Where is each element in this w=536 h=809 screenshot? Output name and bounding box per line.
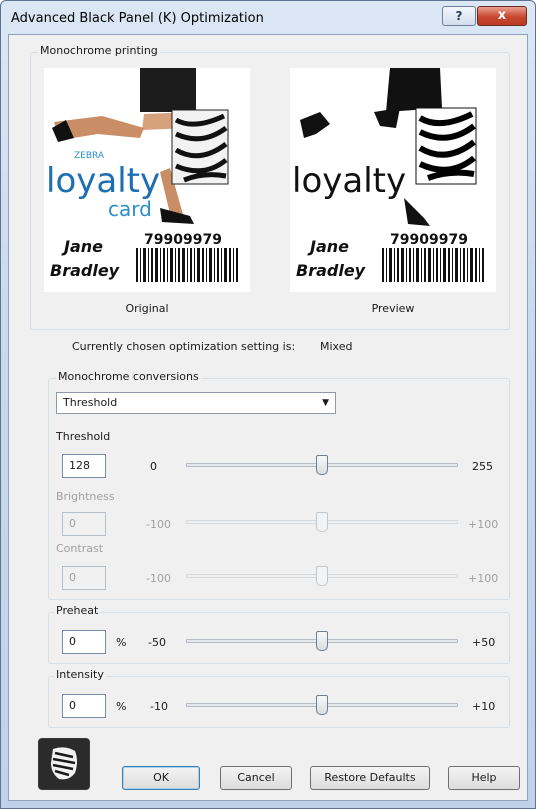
threshold-input[interactable]: 128 <box>62 454 106 478</box>
original-first-name: Jane <box>61 237 103 256</box>
preview-first-name: Jane <box>307 237 349 256</box>
original-last-name: Bradley <box>50 261 120 280</box>
conversion-method-value: Threshold <box>63 396 118 409</box>
ok-button[interactable]: OK <box>122 766 200 790</box>
preheat-min-label: -50 <box>148 636 166 649</box>
intensity-min-label: -10 <box>150 700 168 713</box>
preheat-unit: % <box>116 636 127 649</box>
cancel-button[interactable]: Cancel <box>220 766 292 790</box>
preview-last-name: Bradley <box>296 261 366 280</box>
preheat-slider-thumb[interactable] <box>316 631 328 651</box>
conversion-method-select[interactable]: Threshold ▼ <box>56 392 336 414</box>
threshold-max-label: 255 <box>472 460 493 473</box>
title-help-button[interactable]: ? <box>442 6 476 26</box>
original-barcode <box>136 248 238 282</box>
restore-defaults-button[interactable]: Restore Defaults <box>310 766 430 790</box>
brightness-max-label: +100 <box>468 518 499 531</box>
brightness-min-label: -100 <box>146 518 171 531</box>
window-title: Advanced Black Panel (K) Optimization <box>11 11 264 26</box>
dropdown-arrow-icon: ▼ <box>322 398 329 408</box>
preview-barcode <box>382 248 484 282</box>
contrast-max-label: +100 <box>468 572 499 585</box>
original-caption: Original <box>125 302 169 315</box>
help-button[interactable]: Help <box>448 766 520 790</box>
intensity-max-label: +10 <box>472 700 496 713</box>
intensity-slider-thumb[interactable] <box>316 695 328 715</box>
contrast-input: 0 <box>62 566 106 590</box>
threshold-label: Threshold <box>56 430 111 443</box>
original-card-text: card <box>108 197 152 221</box>
preview-loyalty-text: loyalty <box>292 161 406 201</box>
preview-card-image: loyalty 79909979 Jane Bradley <box>290 68 496 292</box>
monochrome-conversions-label: Monochrome conversions <box>56 370 201 383</box>
title-bar[interactable]: Advanced Black Panel (K) Optimization ? … <box>1 1 535 35</box>
preheat-input[interactable]: 0 <box>62 630 106 654</box>
contrast-min-label: -100 <box>146 572 171 585</box>
preview-card-number: 79909979 <box>390 232 468 248</box>
intensity-unit: % <box>116 700 127 713</box>
monochrome-printing-label: Monochrome printing <box>38 44 160 57</box>
brightness-label: Brightness <box>56 490 115 503</box>
contrast-slider-thumb <box>316 566 328 586</box>
preheat-max-label: +50 <box>472 636 496 649</box>
threshold-min-label: 0 <box>150 460 157 473</box>
contrast-label: Contrast <box>56 542 104 555</box>
status-value: Mixed <box>320 340 353 353</box>
preheat-label: Preheat <box>54 604 101 617</box>
brightness-input: 0 <box>62 512 106 536</box>
original-card-number: 79909979 <box>144 232 222 248</box>
intensity-label: Intensity <box>54 668 106 681</box>
status-prefix: Currently chosen optimization setting is… <box>72 340 296 353</box>
original-card-image: ZEBRA loyalty card 79909979 Jane Bradley <box>44 68 250 292</box>
original-brand-text: ZEBRA <box>74 151 105 161</box>
brightness-slider-thumb <box>316 512 328 532</box>
original-loyalty-text: loyalty <box>46 161 160 201</box>
zebra-logo-icon[interactable] <box>38 738 90 790</box>
preview-caption: Preview <box>371 302 415 315</box>
intensity-input[interactable]: 0 <box>62 694 106 718</box>
threshold-slider-thumb[interactable] <box>316 455 328 475</box>
close-button[interactable]: x <box>477 6 527 26</box>
